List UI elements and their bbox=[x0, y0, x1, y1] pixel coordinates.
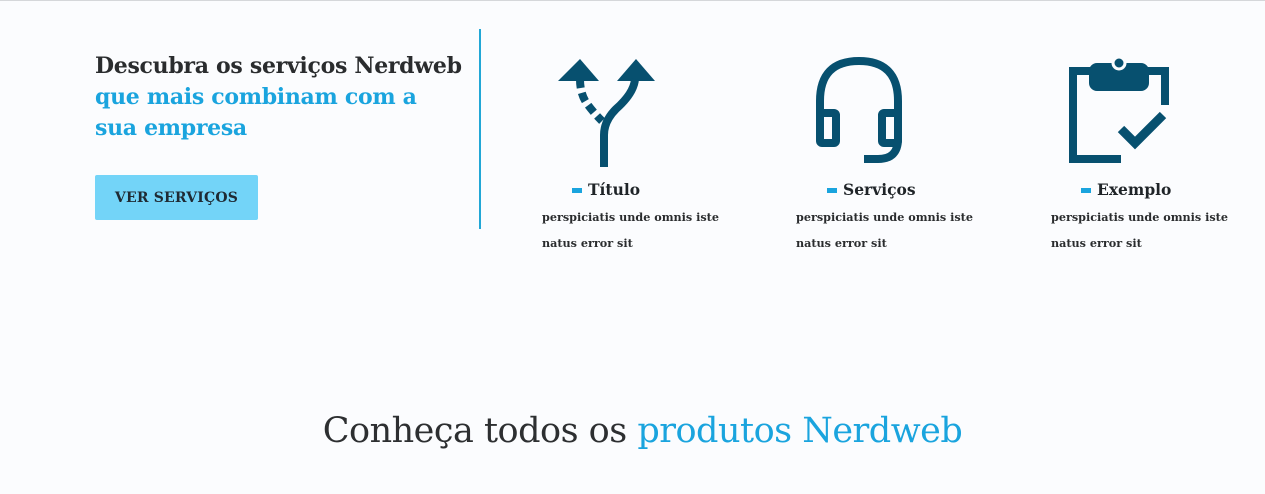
service-title: Exemplo bbox=[1097, 180, 1172, 199]
intro-heading-line2: que mais combinam com a sua empresa bbox=[95, 84, 417, 141]
title-bullet bbox=[572, 188, 582, 193]
headset-icon bbox=[816, 57, 902, 163]
ver-servicos-button[interactable]: VER SERVIÇOS bbox=[95, 175, 258, 220]
products-section-title: Conheça todos os produtos Nerdweb bbox=[0, 408, 1265, 454]
service-description: perspiciatis unde omnis iste natus error… bbox=[796, 210, 973, 250]
intro-heading-line1: Descubra os serviços Nerdweb bbox=[95, 53, 462, 79]
service-title-row: Serviços bbox=[827, 180, 916, 199]
service-title-row: Exemplo bbox=[1081, 180, 1171, 199]
clipboard-check-icon bbox=[1069, 55, 1169, 163]
service-title-row: Título bbox=[572, 180, 640, 199]
title-bullet bbox=[827, 188, 837, 193]
service-title: Serviços bbox=[843, 180, 916, 199]
title-bullet bbox=[1081, 188, 1091, 193]
intro-heading: Descubra os serviços Nerdweb que mais co… bbox=[95, 51, 465, 144]
service-description: perspiciatis unde omnis iste natus error… bbox=[542, 210, 719, 250]
split-arrow-icon bbox=[558, 59, 655, 167]
service-title: Título bbox=[588, 180, 641, 199]
products-title-accent: produtos Nerdweb bbox=[637, 411, 963, 451]
products-title-prefix: Conheça todos os bbox=[322, 411, 627, 451]
service-description: perspiciatis unde omnis iste natus error… bbox=[1051, 210, 1228, 250]
top-divider-line bbox=[0, 0, 1265, 1]
vertical-divider bbox=[479, 29, 481, 229]
